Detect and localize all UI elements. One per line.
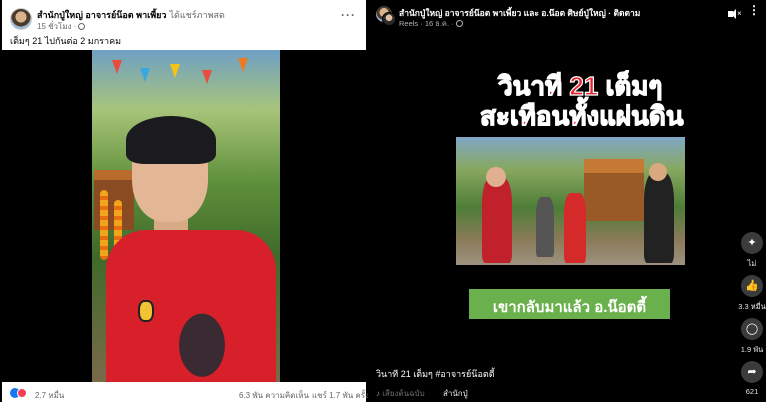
bunting-flag (170, 64, 180, 78)
bunting-flag (112, 60, 122, 74)
reel-viewer: สำนักปู่ใหญ่ อาจารย์น๊อต พาเพี้ยว และ อ.… (368, 0, 766, 402)
reel-caption: วินาที 21 เต็มๆ #อาจารย์น๊อตตี้ (376, 369, 495, 379)
shrine-hut (584, 159, 644, 221)
reel-share-button[interactable]: ➦ 621 (738, 361, 766, 396)
reel-date: Reels · 16 ธ.ค. · (399, 19, 454, 28)
share-icon: ➦ (741, 361, 763, 383)
speaker-cone (731, 9, 736, 19)
audio-label: เสียงต้นฉบับ (382, 389, 425, 398)
reel-audio[interactable]: ♪ เสียงต้นฉบับ สำนักปู่ (376, 387, 468, 400)
spectator (536, 197, 554, 257)
reel-more-button[interactable]: ⋮ (748, 4, 760, 16)
dancer-child (564, 193, 586, 263)
post-caption: เต็มๆ 21 ไปกันต่อ 2 มกราคม (10, 36, 122, 46)
bunting-flag (238, 58, 248, 72)
globe-icon (455, 20, 463, 27)
reaction-count[interactable]: 2.7 หมื่น (35, 389, 64, 402)
sparkle-icon: ✦ (741, 232, 763, 254)
facebook-post: สำนักปู่ใหญ่ อาจารย์น๊อต พาเพี้ยว ได้แชร์… (2, 0, 369, 402)
reel-banner: เขากลับมาแล้ว อ.น๊อตตี้ (469, 289, 670, 319)
author-name[interactable]: สำนักปู่ใหญ่ อาจารย์น๊อต พาเพี้ยว (37, 10, 166, 20)
reel-like-button[interactable]: 👍 3.3 หมื่น (738, 275, 766, 313)
dancer-black (644, 173, 674, 263)
reel-coauthor-avatar[interactable] (382, 12, 396, 26)
reel-action-sparkle[interactable]: ✦ ไม่ (738, 232, 766, 270)
live-video[interactable] (2, 50, 366, 382)
reel-video-frame[interactable] (456, 137, 685, 265)
bunting-flag (140, 68, 150, 82)
reel-banner-text: เขากลับมาแล้ว อ.น๊อตตี้ (492, 299, 647, 316)
mute-x-icon: × (737, 9, 742, 18)
reaction-icons[interactable] (10, 388, 27, 400)
love-reaction-icon (17, 388, 27, 398)
post-time[interactable]: 15 ชั่วโมง · (37, 22, 76, 31)
shirt-badge (138, 300, 154, 322)
reel-like-count: 3.3 หมื่น (738, 302, 766, 311)
author-action-text: ได้แชร์ภาพสด (169, 10, 225, 20)
reel-comment-button[interactable]: ◯ 1.9 พัน (738, 318, 766, 356)
bunting-flag (202, 70, 212, 84)
comment-count[interactable]: 6.3 พัน ความคิดเห็น (239, 389, 309, 402)
author-avatar[interactable] (10, 8, 32, 30)
video-frame (92, 50, 280, 382)
post-more-button[interactable]: ··· (341, 8, 356, 22)
person-hair (126, 116, 216, 164)
like-icon: 👍 (741, 275, 763, 297)
screen: สำนักปู่ใหญ่ อาจารย์น๊อต พาเพี้ยว ได้แชร์… (0, 0, 766, 402)
marigold-garland (100, 190, 108, 260)
dancer-red (482, 177, 512, 263)
reel-share-count: 621 (745, 387, 759, 396)
reel-comment-count: 1.9 พัน (740, 345, 764, 354)
comment-icon: ◯ (741, 318, 763, 340)
share-count[interactable]: แชร์ 1.7 พัน ครั้ง (312, 389, 369, 402)
dancer-black-head (649, 163, 667, 181)
music-note-icon: ♪ (376, 389, 380, 398)
post-meta: 15 ชั่วโมง · (37, 20, 86, 33)
globe-icon (78, 23, 86, 30)
reel-overlay-title-line2: สะเทือนทั้งแผ่นดิน (479, 100, 684, 131)
shirt-print (162, 290, 242, 382)
audio-source: สำนักปู่ (442, 389, 468, 398)
mute-button[interactable]: × (728, 8, 742, 20)
post-footer: 2.7 หมื่น 6.3 พัน ความคิดเห็น แชร์ 1.7 พ… (2, 384, 369, 402)
reel-action-label: ไม่ (747, 259, 757, 268)
dancer-red-head (486, 167, 506, 187)
reel-meta: Reels · 16 ธ.ค. · (399, 18, 463, 30)
